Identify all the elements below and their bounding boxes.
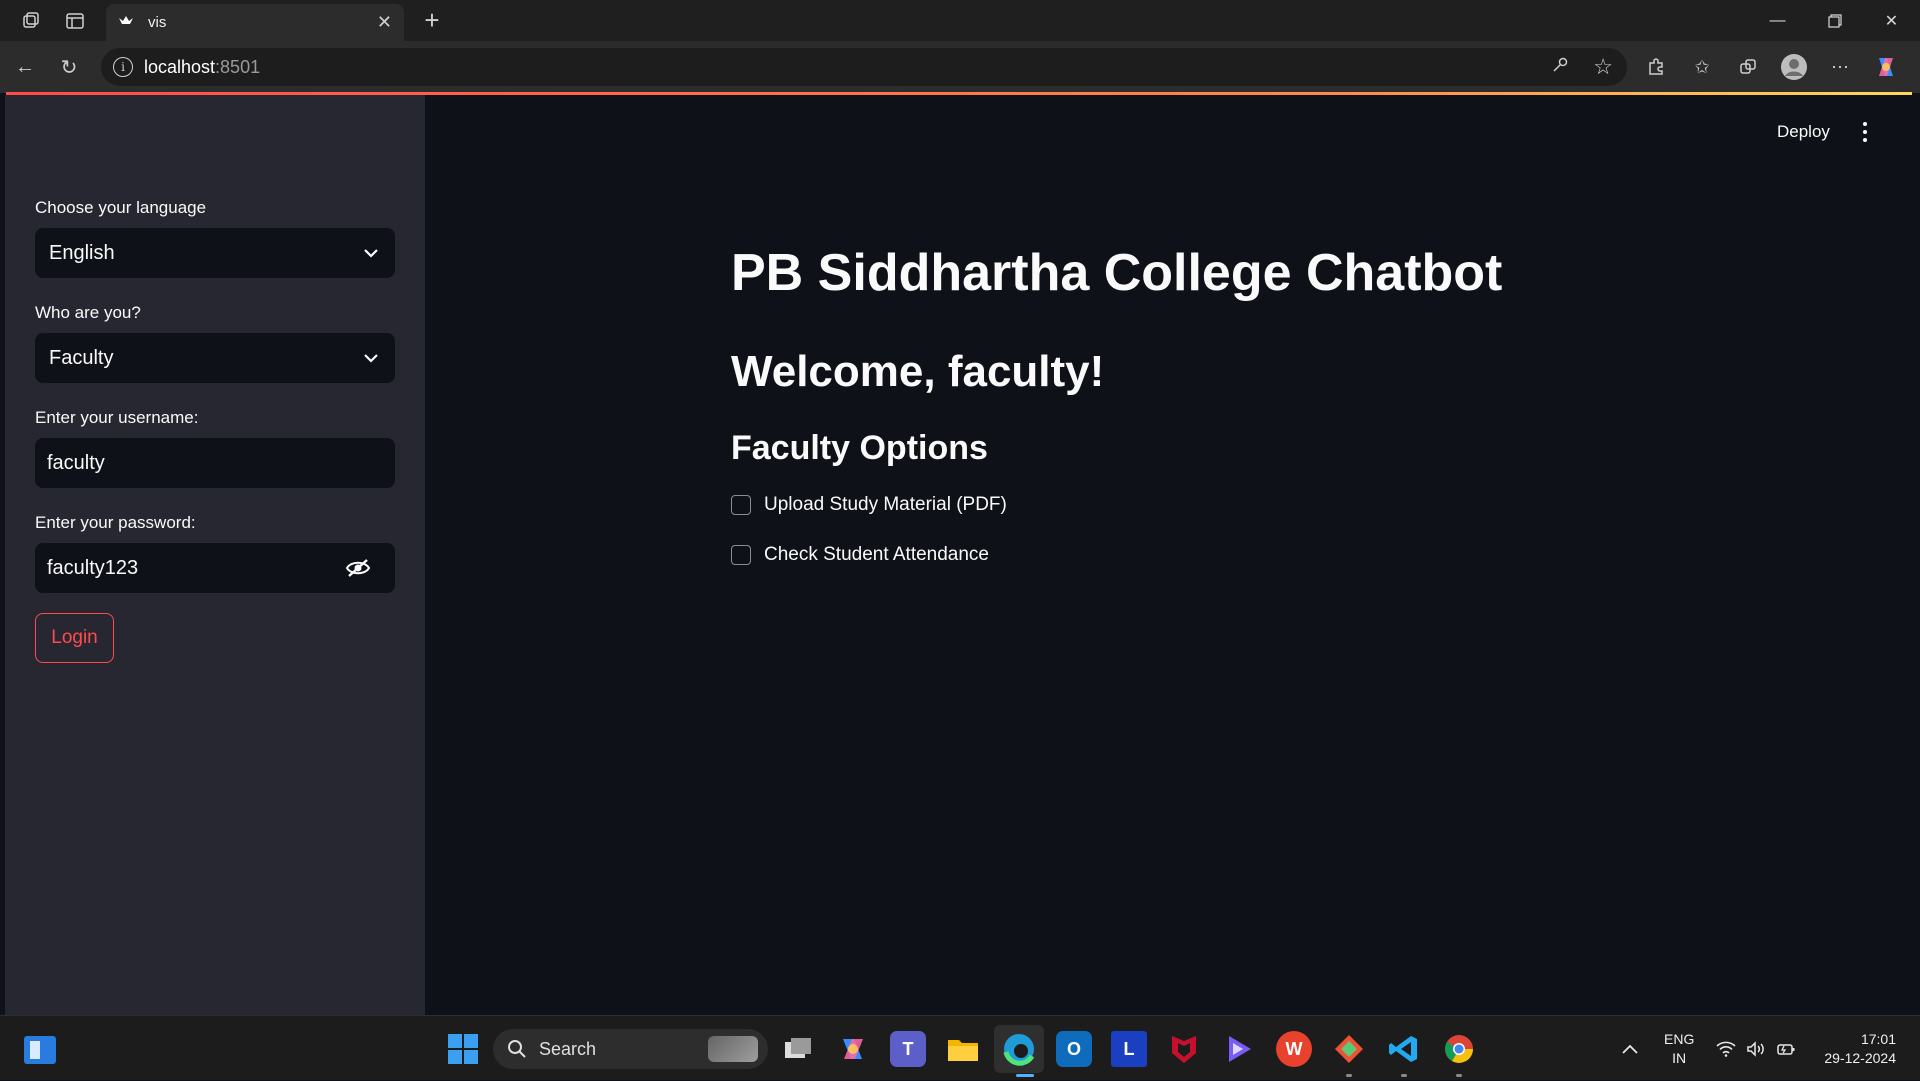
wifi-icon [1716, 1041, 1736, 1057]
running-app-indicator [1456, 1074, 1462, 1077]
vscode-icon[interactable] [1386, 1031, 1422, 1067]
window-controls: — ✕ [1749, 0, 1920, 41]
wps-office-icon[interactable]: W [1276, 1031, 1312, 1067]
copilot-icon[interactable] [1870, 51, 1902, 83]
taskbar-search[interactable]: Search [493, 1029, 768, 1069]
option-upload-study-material[interactable]: Upload Study Material (PDF) [731, 494, 1007, 516]
checkbox-label: Check Student Attendance [764, 544, 989, 565]
url-host: localhost [144, 56, 216, 77]
active-app-indicator [1016, 1074, 1034, 1077]
login-button[interactable]: Login [35, 613, 114, 663]
url-field[interactable]: i localhost:8501 ☆ [101, 48, 1627, 86]
media-player-icon[interactable] [1221, 1031, 1257, 1067]
username-input[interactable]: faculty [35, 438, 395, 488]
file-explorer-icon[interactable] [945, 1031, 981, 1067]
taskbar: Search T O L W ENG IN 17:01 29-12-2024 [0, 1015, 1920, 1080]
search-icon [508, 1040, 526, 1058]
browser-tab-bar: vis ✕ + — ✕ [0, 0, 1920, 41]
options-heading: Faculty Options [731, 429, 988, 467]
deploy-button[interactable]: Deploy [1777, 122, 1830, 142]
url-port: :8501 [215, 56, 261, 77]
vertical-tabs-icon[interactable] [53, 0, 97, 41]
l-app-icon[interactable]: L [1111, 1031, 1147, 1067]
task-view-icon[interactable] [780, 1031, 816, 1067]
role-select[interactable]: Faculty [35, 333, 395, 383]
clock-time: 17:01 [1860, 1031, 1896, 1047]
minimize-icon[interactable]: — [1749, 0, 1806, 41]
widgets-icon[interactable] [24, 1036, 56, 1064]
search-label: Search [539, 1038, 597, 1059]
edge-browser-icon[interactable] [1001, 1031, 1037, 1067]
language-select-value: English [49, 241, 115, 264]
key-icon[interactable] [1551, 56, 1569, 79]
browser-tab[interactable]: vis ✕ [106, 4, 404, 41]
site-info-icon[interactable]: i [113, 57, 133, 77]
volume-icon [1747, 1040, 1764, 1057]
copilot-app-icon[interactable] [835, 1031, 871, 1067]
language-region: IN [1672, 1050, 1687, 1066]
username-value: faculty [47, 451, 105, 474]
favorite-star-icon[interactable]: ☆ [1593, 54, 1613, 80]
search-highlight-image [708, 1036, 758, 1062]
main-content: Deploy PB Siddhartha College Chatbot Wel… [425, 95, 1915, 1015]
streamlit-crown-icon [118, 15, 138, 30]
main-menu-icon[interactable] [1855, 117, 1875, 147]
system-tray-icons[interactable] [1716, 1016, 1796, 1081]
chevron-down-icon [361, 243, 381, 263]
running-app-indicator [1346, 1074, 1352, 1077]
profile-avatar[interactable] [1778, 51, 1810, 83]
checkbox[interactable] [731, 545, 751, 565]
username-label: Enter your username: [35, 408, 199, 427]
browser-toolbar: ✩ ⋯ [1640, 41, 1902, 93]
teams-icon[interactable]: T [890, 1031, 926, 1067]
restore-icon[interactable] [1806, 0, 1863, 41]
close-window-icon[interactable]: ✕ [1863, 0, 1920, 41]
option-check-attendance[interactable]: Check Student Attendance [731, 544, 989, 566]
extensions-icon[interactable] [1640, 51, 1672, 83]
checkbox-label: Upload Study Material (PDF) [764, 494, 1007, 515]
more-menu-icon[interactable]: ⋯ [1824, 51, 1856, 83]
hide-password-eye-icon[interactable] [343, 553, 373, 583]
welcome-heading: Welcome, faculty! [731, 347, 1105, 396]
refresh-icon[interactable]: ↻ [52, 50, 86, 84]
password-input[interactable]: faculty123 [35, 543, 395, 593]
back-icon[interactable]: ← [8, 50, 42, 84]
password-label: Enter your password: [35, 513, 196, 532]
favorites-icon[interactable]: ✩ [1686, 51, 1718, 83]
password-value: faculty123 [47, 556, 139, 579]
git-app-icon[interactable] [1331, 1031, 1367, 1067]
close-tab-icon[interactable]: ✕ [377, 12, 392, 33]
sidebar: Choose your language English Who are you… [5, 95, 425, 1015]
checkbox[interactable] [731, 495, 751, 515]
clock[interactable]: 17:01 29-12-2024 [1816, 1030, 1896, 1068]
language-label: Choose your language [35, 198, 207, 217]
running-app-indicator [1401, 1074, 1407, 1077]
outlook-icon[interactable]: O [1056, 1031, 1092, 1067]
collections-icon[interactable] [1732, 51, 1764, 83]
role-select-value: Faculty [49, 346, 114, 369]
role-label: Who are you? [35, 303, 141, 322]
address-bar: ← ↻ i localhost:8501 ☆ ✩ ⋯ [0, 41, 1920, 93]
workspaces-icon[interactable] [9, 0, 53, 41]
language-code: ENG [1664, 1031, 1695, 1047]
streamlit-app: Choose your language English Who are you… [5, 95, 1915, 1015]
mcafee-icon[interactable] [1166, 1031, 1202, 1067]
language-select[interactable]: English [35, 228, 395, 278]
start-button[interactable] [448, 1034, 478, 1064]
input-language[interactable]: ENG IN [1664, 1030, 1694, 1068]
chevron-down-icon [361, 348, 381, 368]
show-hidden-icons-chevron-up-icon[interactable] [1622, 1016, 1638, 1081]
new-tab-icon[interactable]: + [414, 4, 450, 37]
tab-title: vis [148, 14, 167, 31]
chrome-icon[interactable] [1441, 1031, 1477, 1067]
clock-date: 29-12-2024 [1824, 1050, 1896, 1066]
page-title: PB Siddhartha College Chatbot [731, 244, 1503, 302]
battery-icon [1777, 1043, 1795, 1055]
